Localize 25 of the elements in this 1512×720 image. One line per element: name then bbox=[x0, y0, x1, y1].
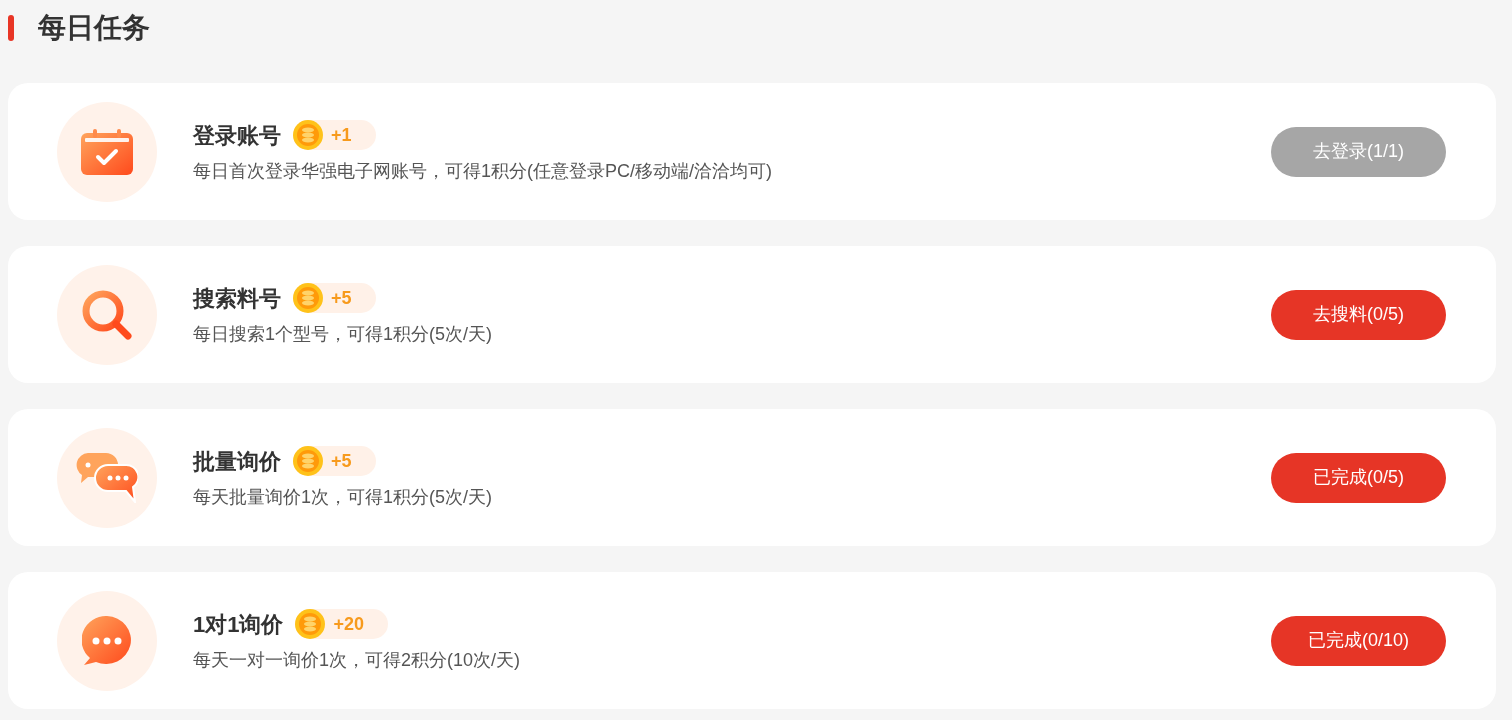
points-badge: +20 bbox=[295, 609, 389, 639]
task-button[interactable]: 已完成(0/5) bbox=[1271, 452, 1446, 503]
points-badge: +1 bbox=[293, 120, 376, 150]
task-description: 每天一对一询价1次，可得2积分(10次/天) bbox=[193, 648, 522, 672]
task-title: 批量询价 bbox=[193, 447, 281, 476]
task-title: 1对1询价 bbox=[193, 610, 284, 639]
coin-icon bbox=[293, 120, 323, 150]
task-title: 登录账号 bbox=[193, 121, 281, 150]
section-title: 每日任务 bbox=[38, 11, 150, 45]
coin-icon bbox=[293, 446, 323, 476]
chat-bubbles-icon bbox=[76, 452, 138, 503]
calendar-check-icon bbox=[81, 128, 133, 175]
task-description: 每日搜索1个型号，可得1积分(5次/天) bbox=[193, 322, 494, 346]
coin-icon bbox=[293, 283, 323, 313]
points-badge: +5 bbox=[293, 446, 376, 476]
points-badge: +5 bbox=[293, 283, 376, 313]
chat-bubble-icon bbox=[82, 615, 132, 666]
task-button[interactable]: 去搜料(0/5) bbox=[1271, 289, 1446, 340]
task-description: 每日首次登录华强电子网账号，可得1积分(任意登录PC/移动端/洽洽均可) bbox=[193, 159, 773, 183]
task-title: 搜索料号 bbox=[193, 284, 281, 313]
search-icon bbox=[81, 288, 133, 341]
coin-icon bbox=[295, 609, 326, 639]
accent-bar bbox=[8, 15, 14, 41]
task-description: 每天批量询价1次，可得1积分(5次/天) bbox=[193, 485, 494, 509]
task-button[interactable]: 已完成(0/10) bbox=[1271, 615, 1446, 666]
